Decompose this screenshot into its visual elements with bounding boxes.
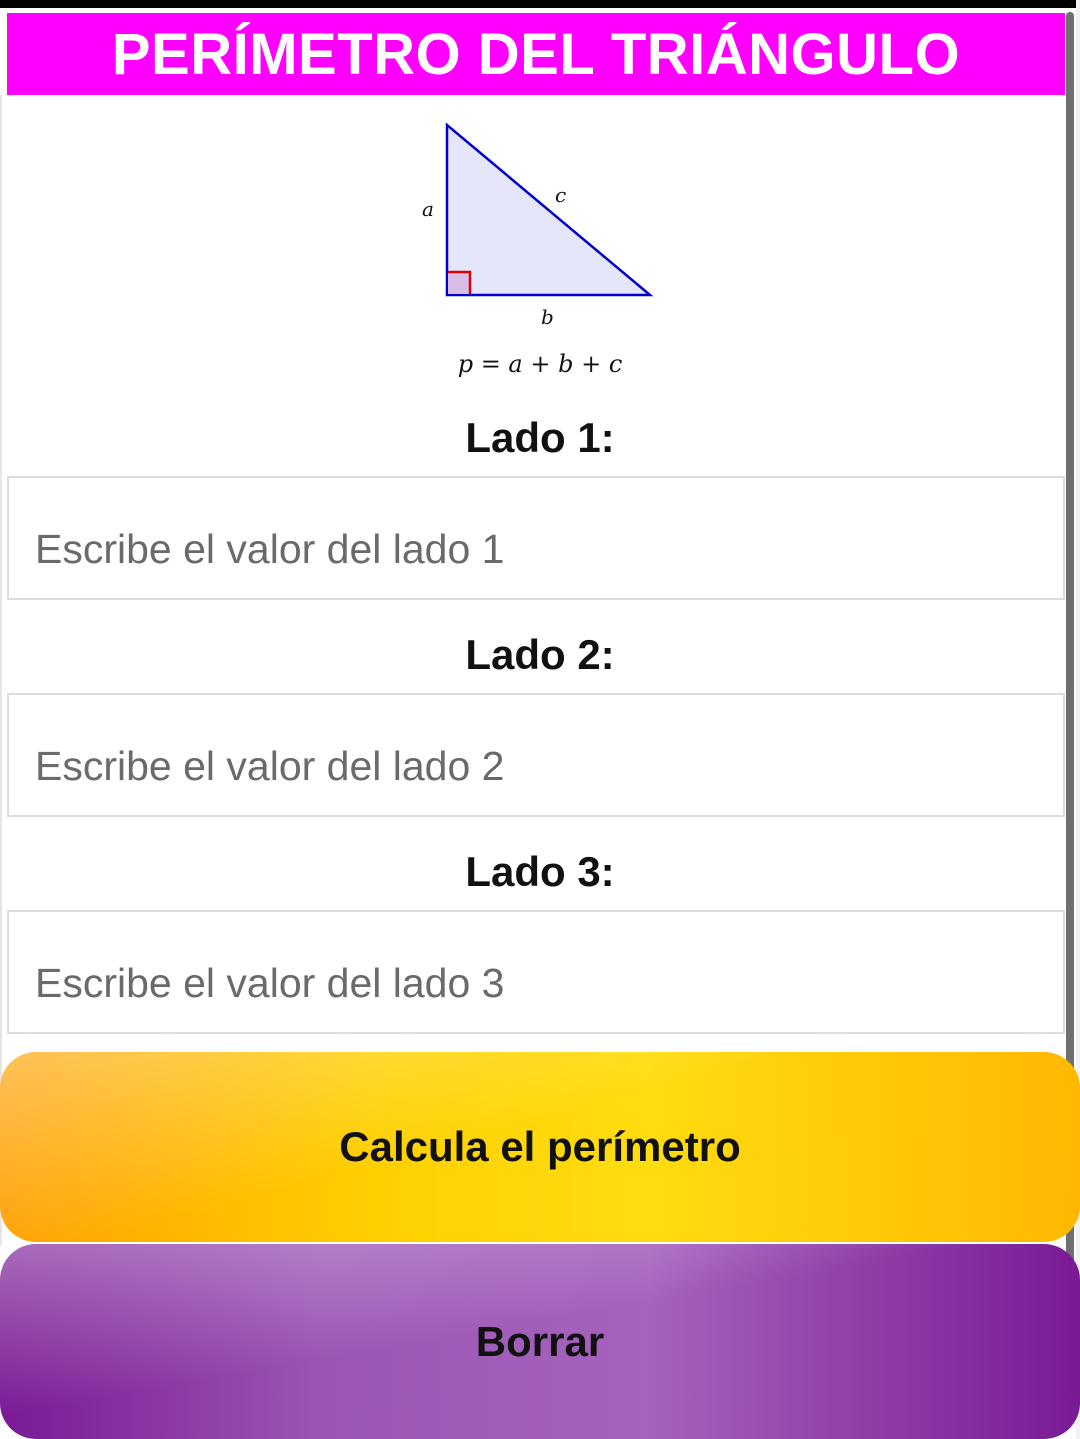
perimeter-formula: p = a + b + c xyxy=(457,350,623,378)
clear-button-label: Borrar xyxy=(475,1317,605,1365)
triangle-shape xyxy=(445,122,654,297)
side-c-label: c xyxy=(555,183,566,207)
side-2-label: Lado 2: xyxy=(465,631,615,678)
right-triangle-figure: a c b xyxy=(422,122,654,329)
calculate-button-label: Calcula el perímetro xyxy=(339,1123,741,1170)
side-3-input[interactable] xyxy=(7,910,1065,1034)
side-2-input[interactable] xyxy=(7,693,1065,817)
clear-button[interactable]: Borrar xyxy=(0,1244,1080,1439)
page-header: PERÍMETRO DEL TRIÁNGULO xyxy=(7,13,1065,95)
side-b-label: b xyxy=(541,305,554,329)
page-title: PERÍMETRO DEL TRIÁNGULO xyxy=(111,21,961,87)
side-1-label: Lado 1: xyxy=(465,414,615,461)
calculate-perimeter-button[interactable]: Calcula el perímetro xyxy=(0,1052,1080,1242)
side-1-input[interactable] xyxy=(7,476,1065,600)
side-3-label: Lado 3: xyxy=(465,848,615,895)
status-bar xyxy=(0,0,1080,8)
right-angle-marker-fill xyxy=(448,272,470,294)
side-a-label: a xyxy=(422,197,434,221)
